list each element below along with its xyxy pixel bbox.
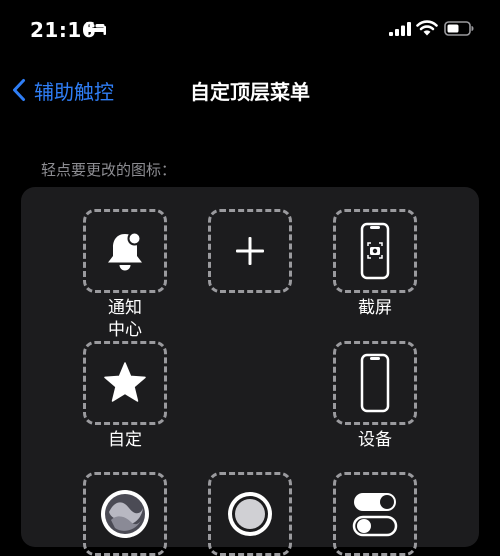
slot-control-center[interactable] bbox=[333, 472, 417, 556]
control-center-icon bbox=[352, 493, 398, 537]
slot-add[interactable] bbox=[208, 209, 292, 293]
slot-device[interactable] bbox=[333, 341, 417, 425]
slot-screenshot[interactable] bbox=[333, 209, 417, 293]
battery-icon bbox=[444, 21, 474, 36]
nav-bar: 辅助触控 自定顶层菜单 bbox=[0, 68, 500, 112]
signal-icon bbox=[389, 22, 411, 36]
screenshot-icon bbox=[360, 222, 390, 280]
slot-custom[interactable] bbox=[83, 341, 167, 425]
plus-icon bbox=[236, 237, 264, 265]
slot-home[interactable] bbox=[208, 472, 292, 556]
bed-icon bbox=[86, 22, 106, 35]
status-bar: 21:16 bbox=[0, 0, 500, 60]
device-icon bbox=[360, 353, 390, 413]
siri-icon bbox=[101, 490, 149, 538]
slot-notification-center[interactable] bbox=[83, 209, 167, 293]
slot-label-screenshot: 截屏 bbox=[358, 298, 392, 318]
slot-label-line: 通知 中心 bbox=[108, 298, 142, 340]
slot-label-notification-center: 通知 中心 bbox=[83, 297, 167, 341]
menu-panel: 通知 中心 截屏 自定 设备 bbox=[21, 187, 479, 556]
slot-siri[interactable] bbox=[83, 472, 167, 556]
wifi-icon bbox=[416, 20, 438, 36]
slot-label-device: 设备 bbox=[358, 430, 392, 450]
slot-label-custom: 自定 bbox=[108, 430, 142, 450]
notification-bell-icon bbox=[108, 231, 142, 271]
home-button-icon bbox=[228, 492, 272, 536]
star-icon bbox=[104, 362, 146, 402]
section-label: 轻点要更改的图标： bbox=[41, 161, 177, 179]
page-title: 自定顶层菜单 bbox=[190, 80, 310, 104]
